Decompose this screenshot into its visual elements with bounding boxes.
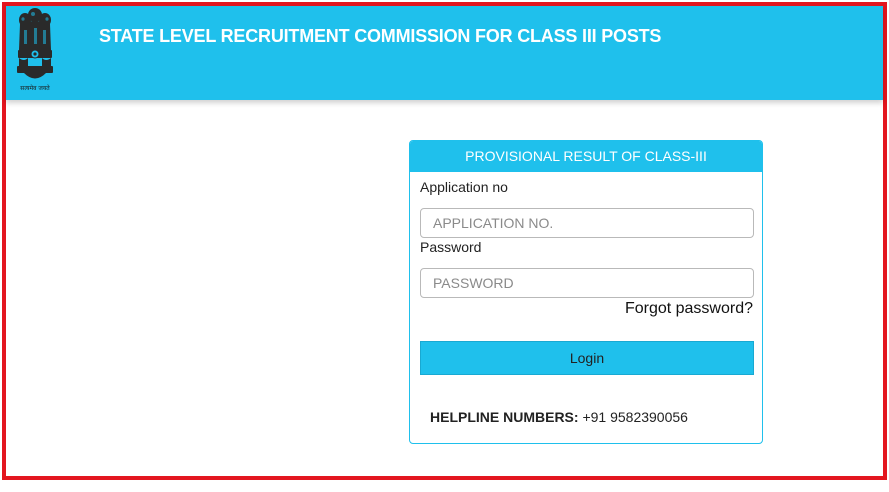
emblem-motto: सत्यमेव जयते — [20, 85, 50, 92]
password-input[interactable] — [420, 268, 754, 298]
helpline-label: HELPLINE NUMBERS: — [430, 409, 579, 425]
login-button[interactable]: Login — [420, 341, 754, 375]
result-login-card: PROVISIONAL RESULT OF CLASS-III Applicat… — [409, 140, 763, 444]
helpline-info: HELPLINE NUMBERS: +91 9582390056 — [430, 409, 688, 425]
forgot-password-link[interactable]: Forgot password? — [625, 300, 753, 318]
site-header: सत्यमेव जयते STATE LEVEL RECRUITMENT COM… — [6, 6, 883, 100]
application-no-input[interactable] — [420, 208, 754, 238]
card-heading: PROVISIONAL RESULT OF CLASS-III — [410, 141, 762, 172]
site-title: STATE LEVEL RECRUITMENT COMMISSION FOR C… — [99, 26, 662, 46]
national-emblem-logo: सत्यमेव जयते — [12, 6, 58, 94]
password-label: Password — [420, 239, 482, 255]
application-no-label: Application no — [420, 179, 508, 195]
lion-capital-icon — [17, 8, 53, 79]
helpline-number: +91 9582390056 — [582, 409, 688, 425]
